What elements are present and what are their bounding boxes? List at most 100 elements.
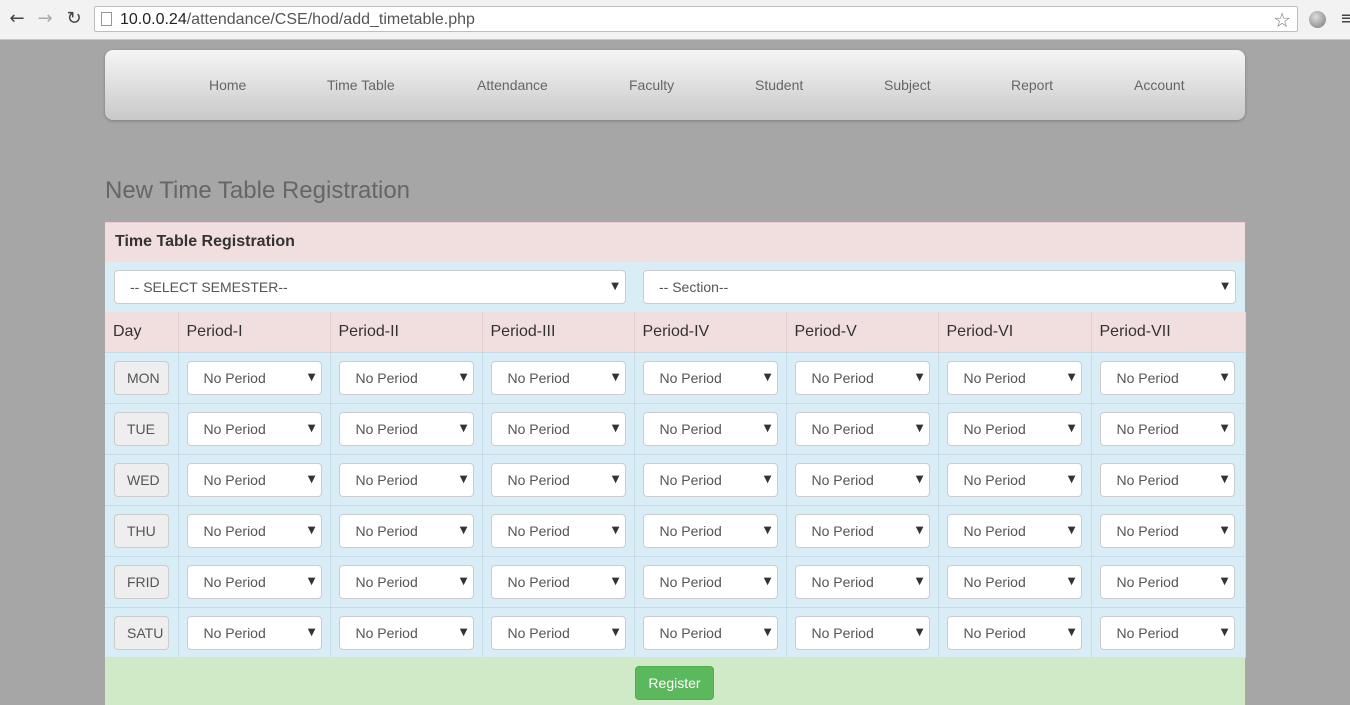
period-cell: No Period ▼ (786, 402, 939, 454)
period-select[interactable]: No Period ▼ (794, 564, 930, 599)
address-bar[interactable]: 10.0.0.24/attendance/CSE/hod/add_timetab… (94, 6, 1298, 32)
period-select[interactable]: No Period ▼ (490, 564, 626, 599)
dropdown-arrow-icon: ▼ (1067, 473, 1076, 485)
period-select-value: No Period (355, 420, 418, 437)
period-select[interactable]: No Period ▼ (946, 462, 1082, 497)
forward-arrow-icon[interactable]: → (35, 9, 55, 29)
form-footer: Register (105, 657, 1245, 705)
period-select[interactable]: No Period ▼ (1099, 615, 1235, 650)
period-select[interactable]: No Period ▼ (642, 462, 778, 497)
bookmark-star-icon[interactable]: ☆ (1273, 8, 1291, 32)
browser-toolbar: ← → ↻ 10.0.0.24/attendance/CSE/hod/add_t… (0, 0, 1350, 40)
period-select[interactable]: No Period ▼ (642, 564, 778, 599)
period-select[interactable]: No Period ▼ (186, 462, 322, 497)
period-select-value: No Period (507, 420, 570, 437)
period-select-value: No Period (203, 471, 266, 488)
section-select[interactable]: -- Section-- ▼ (643, 270, 1236, 304)
period-select[interactable]: No Period ▼ (642, 615, 778, 650)
period-select-value: No Period (811, 420, 874, 437)
period-select-value: No Period (355, 471, 418, 488)
period-select-value: No Period (355, 573, 418, 590)
period-cell: No Period ▼ (178, 351, 331, 403)
period-select[interactable]: No Period ▼ (490, 360, 626, 395)
dropdown-arrow-icon: ▼ (611, 422, 620, 434)
period-select[interactable]: No Period ▼ (186, 615, 322, 650)
timetable-panel: Time Table Registration -- SELECT SEMEST… (105, 222, 1246, 705)
period-select[interactable]: No Period ▼ (490, 462, 626, 497)
nav-attendance[interactable]: Attendance (477, 77, 548, 93)
nav-student[interactable]: Student (755, 77, 803, 93)
nav-home[interactable]: Home (209, 77, 246, 93)
period-select[interactable]: No Period ▼ (186, 513, 322, 548)
nav-time-table[interactable]: Time Table (327, 77, 395, 93)
period-select-value: No Period (355, 624, 418, 641)
period-select[interactable]: No Period ▼ (186, 360, 322, 395)
period-select-value: No Period (203, 369, 266, 386)
menu-icon[interactable]: ≡ (1340, 8, 1350, 29)
period-select[interactable]: No Period ▼ (794, 513, 930, 548)
period-cell: No Period ▼ (786, 351, 939, 403)
period-select[interactable]: No Period ▼ (946, 615, 1082, 650)
url-text: 10.0.0.24/attendance/CSE/hod/add_timetab… (120, 11, 475, 28)
period-select[interactable]: No Period ▼ (186, 564, 322, 599)
period-select[interactable]: No Period ▼ (1099, 564, 1235, 599)
period-select-value: No Period (203, 522, 266, 539)
dropdown-arrow-icon: ▼ (307, 626, 316, 638)
period-select[interactable]: No Period ▼ (338, 564, 474, 599)
period-select[interactable]: No Period ▼ (1099, 513, 1235, 548)
period-select[interactable]: No Period ▼ (1099, 360, 1235, 395)
period-select[interactable]: No Period ▼ (946, 360, 1082, 395)
period-select[interactable]: No Period ▼ (338, 513, 474, 548)
period-select[interactable]: No Period ▼ (642, 360, 778, 395)
table-row: TUE No Period ▼ No Period ▼ No Period ▼ No Peri… (105, 402, 1246, 454)
period-select-value: No Period (963, 471, 1026, 488)
nav-faculty[interactable]: Faculty (629, 77, 674, 93)
period-select[interactable]: No Period ▼ (338, 360, 474, 395)
period-select[interactable]: No Period ▼ (338, 615, 474, 650)
reload-icon[interactable]: ↻ (64, 9, 84, 29)
period-select[interactable]: No Period ▼ (338, 411, 474, 446)
period-select[interactable]: No Period ▼ (794, 615, 930, 650)
period-select-value: No Period (507, 522, 570, 539)
period-select[interactable]: No Period ▼ (794, 411, 930, 446)
back-arrow-icon[interactable]: ← (7, 9, 27, 29)
dropdown-arrow-icon: ▼ (459, 524, 468, 536)
period-select-value: No Period (507, 471, 570, 488)
period-cell: No Period ▼ (330, 402, 483, 454)
period-select[interactable]: No Period ▼ (186, 411, 322, 446)
header-day: Day (105, 312, 179, 352)
dropdown-arrow-icon: ▼ (459, 575, 468, 587)
period-select-value: No Period (811, 624, 874, 641)
period-select[interactable]: No Period ▼ (642, 411, 778, 446)
period-select[interactable]: No Period ▼ (338, 462, 474, 497)
semester-select-value: -- SELECT SEMESTER-- (130, 279, 288, 295)
header-period: Period-II (330, 312, 483, 352)
period-select[interactable]: No Period ▼ (1099, 411, 1235, 446)
period-cell: No Period ▼ (482, 606, 635, 658)
register-button[interactable]: Register (635, 666, 714, 700)
dropdown-arrow-icon: ▼ (1220, 524, 1229, 536)
period-select[interactable]: No Period ▼ (794, 462, 930, 497)
period-select[interactable]: No Period ▼ (490, 411, 626, 446)
period-cell: No Period ▼ (178, 606, 331, 658)
dropdown-arrow-icon: ▼ (915, 524, 924, 536)
extension-icon[interactable] (1309, 11, 1326, 28)
period-select[interactable]: No Period ▼ (946, 411, 1082, 446)
period-select[interactable]: No Period ▼ (794, 360, 930, 395)
dropdown-arrow-icon: ▼ (459, 422, 468, 434)
period-select[interactable]: No Period ▼ (490, 615, 626, 650)
period-select[interactable]: No Period ▼ (946, 513, 1082, 548)
dropdown-arrow-icon: ▼ (307, 575, 316, 587)
period-select[interactable]: No Period ▼ (1099, 462, 1235, 497)
nav-report[interactable]: Report (1011, 77, 1053, 93)
semester-select[interactable]: -- SELECT SEMESTER-- ▼ (114, 270, 626, 304)
period-select[interactable]: No Period ▼ (642, 513, 778, 548)
table-row: THU No Period ▼ No Period ▼ No Period ▼ No Peri… (105, 504, 1246, 556)
day-cell: SATU (105, 606, 179, 658)
dropdown-arrow-icon: ▼ (307, 473, 316, 485)
nav-account[interactable]: Account (1134, 77, 1185, 93)
nav-subject[interactable]: Subject (884, 77, 931, 93)
period-cell: No Period ▼ (938, 402, 1092, 454)
period-select[interactable]: No Period ▼ (490, 513, 626, 548)
period-select[interactable]: No Period ▼ (946, 564, 1082, 599)
